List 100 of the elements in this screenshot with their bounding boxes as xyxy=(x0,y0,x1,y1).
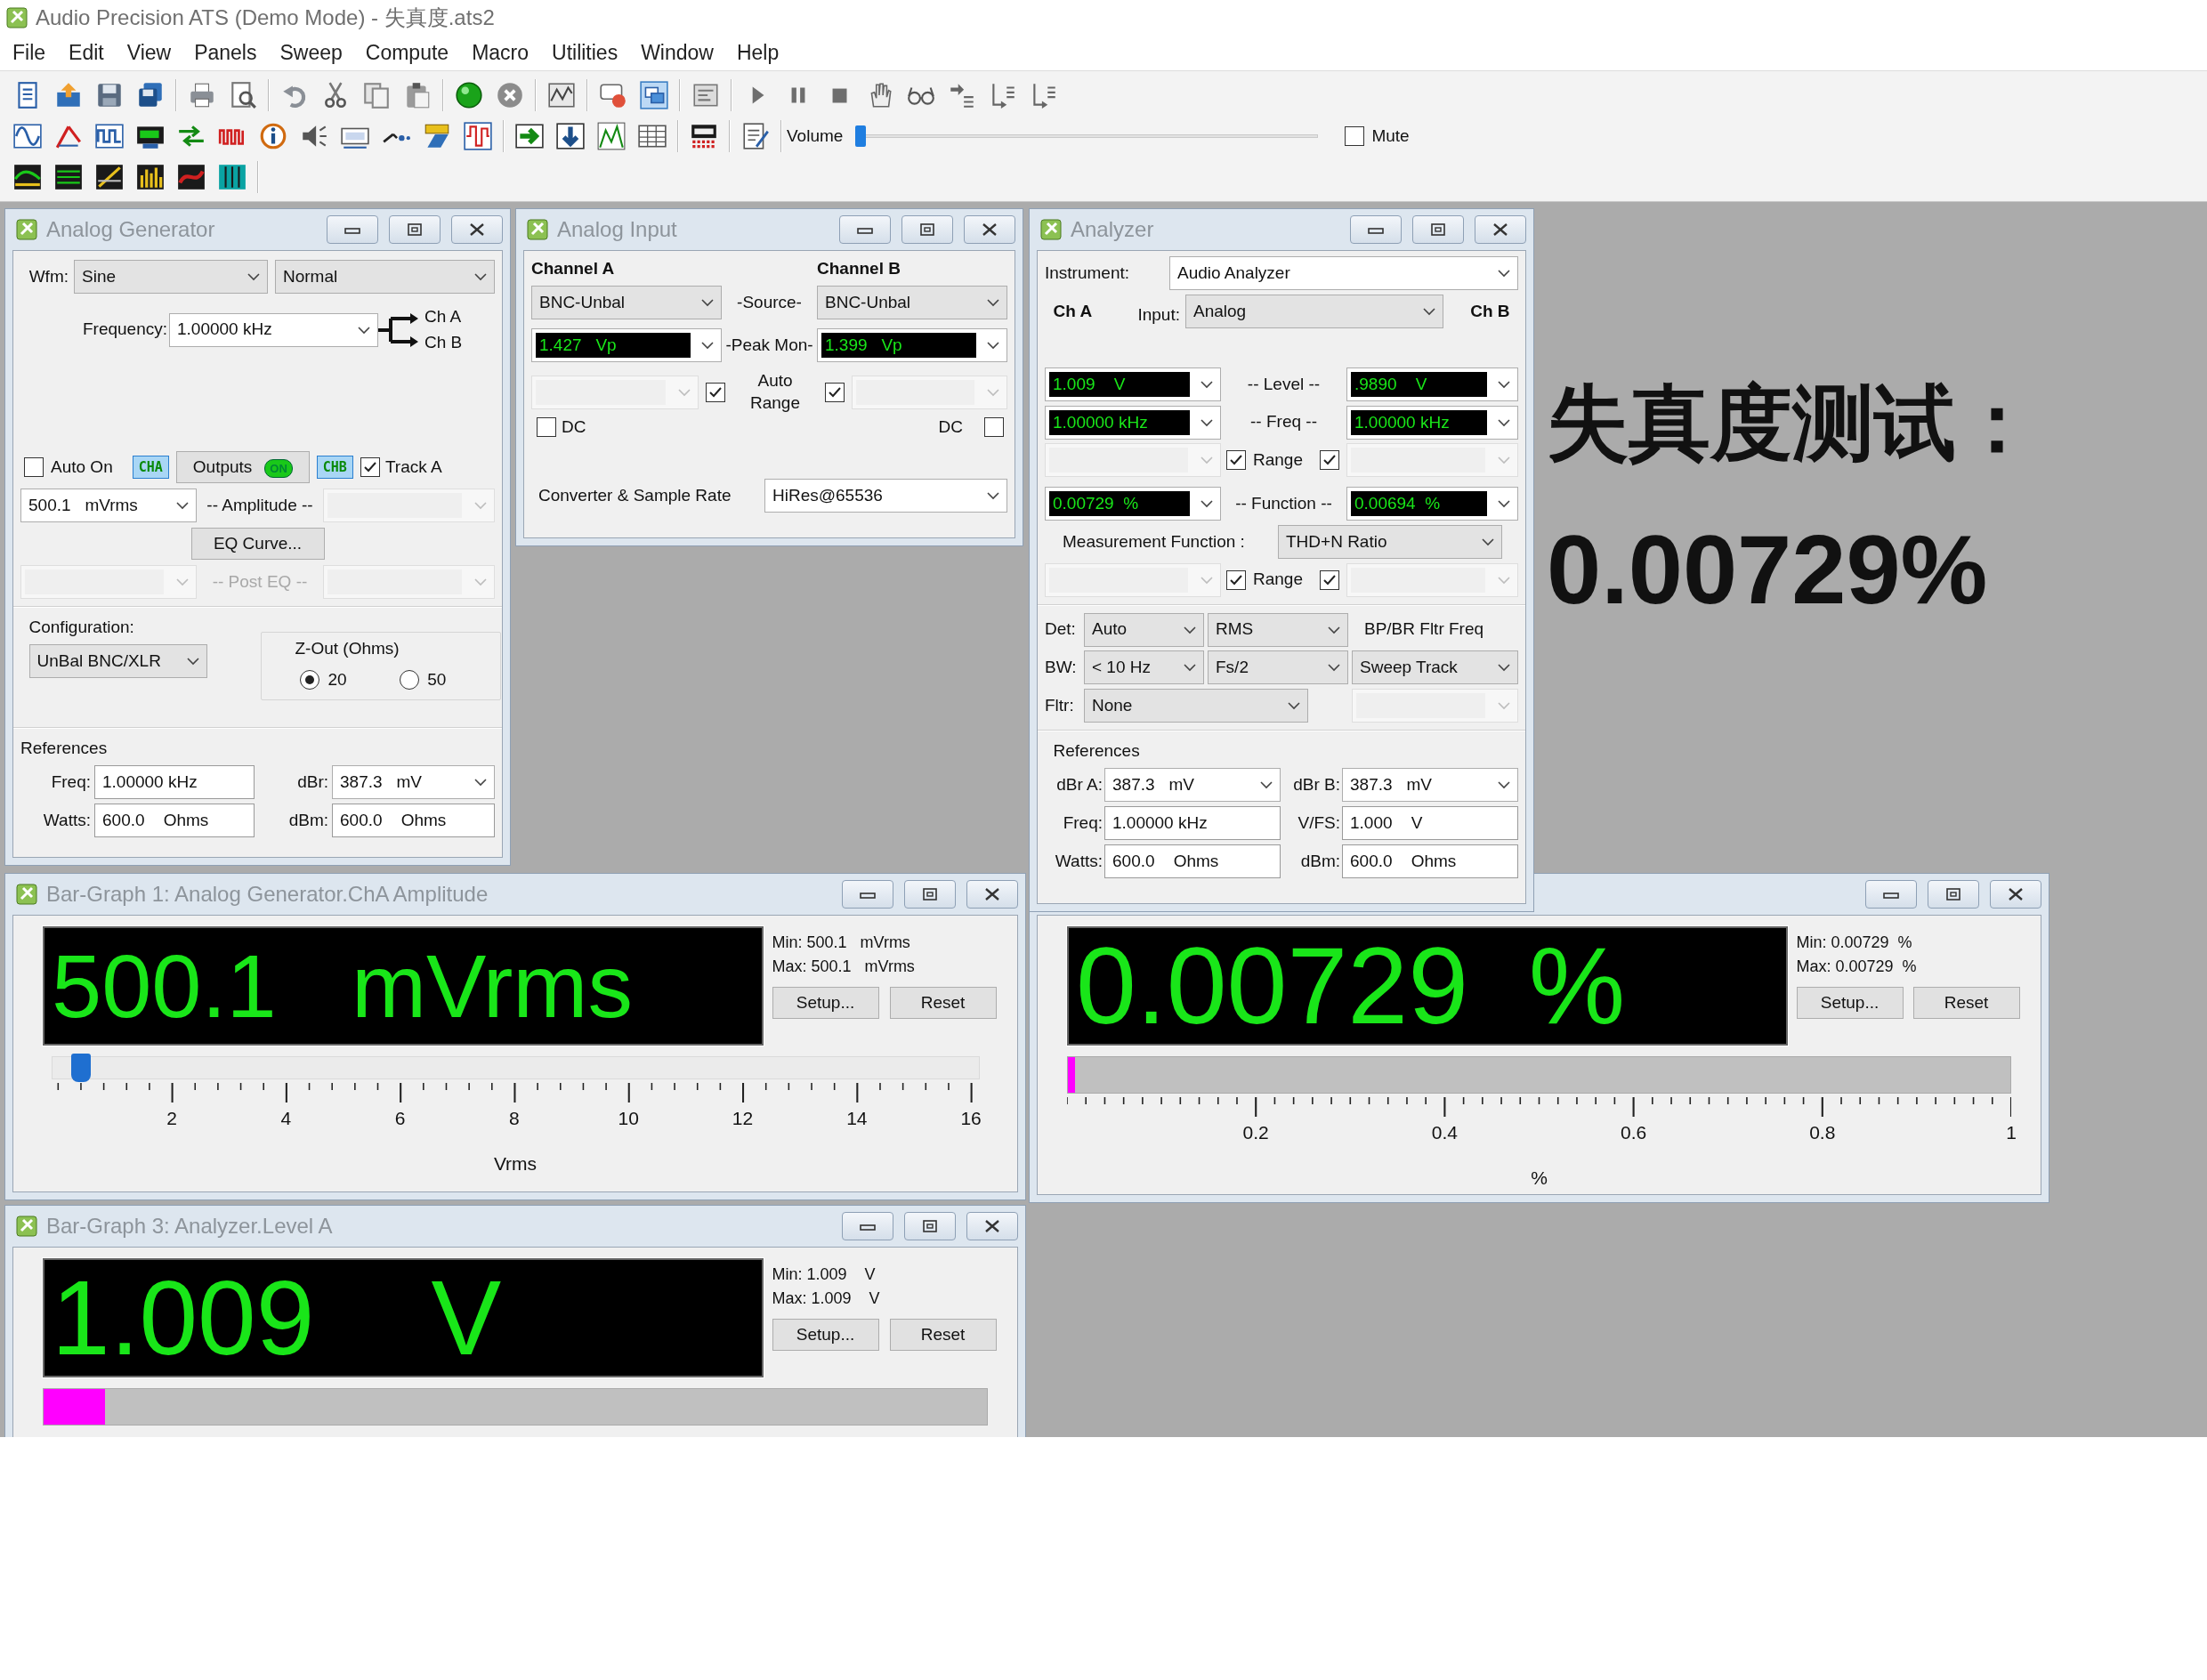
dropdown[interactable]: Normal xyxy=(275,260,495,294)
reset-button[interactable]: Reset xyxy=(1912,987,2020,1020)
slider-thumb[interactable] xyxy=(855,125,867,147)
text-field[interactable]: 600.0 Ohms xyxy=(332,804,495,837)
radio-button[interactable] xyxy=(300,669,319,690)
dropdown[interactable]: Fs/2 xyxy=(1208,650,1348,685)
checkbox[interactable] xyxy=(24,457,44,477)
slider-track[interactable] xyxy=(51,1056,980,1079)
checkbox[interactable] xyxy=(1226,450,1246,471)
graph-panel-icon[interactable] xyxy=(176,162,206,192)
checkbox[interactable] xyxy=(1320,569,1339,590)
edit-icon[interactable] xyxy=(740,121,771,151)
windows-icon[interactable] xyxy=(639,80,669,110)
readout-dropdown[interactable]: 1.399 Vp xyxy=(817,327,1007,362)
plot-icon[interactable] xyxy=(596,121,627,151)
minimize-button[interactable] xyxy=(327,215,378,244)
close-button[interactable] xyxy=(964,215,1015,244)
text-field[interactable]: 1.000 V xyxy=(1342,806,1518,840)
dropdown[interactable]: Audio Analyzer xyxy=(1169,256,1518,290)
dropdown[interactable]: Analog xyxy=(1185,294,1443,328)
arrow-down-icon[interactable] xyxy=(555,121,586,151)
waveform-icon[interactable] xyxy=(463,121,493,151)
dropdown[interactable]: 387.3 mV xyxy=(1104,768,1281,803)
menu-item[interactable]: Utilities xyxy=(543,37,627,69)
menu-item[interactable]: Compute xyxy=(356,37,458,69)
dropdown[interactable]: None xyxy=(1084,689,1308,723)
dropdown[interactable]: < 10 Hz xyxy=(1084,650,1204,685)
dropdown[interactable]: RMS xyxy=(1208,612,1348,647)
graph-icon[interactable] xyxy=(546,80,577,110)
checkbox[interactable] xyxy=(825,382,845,402)
checkbox[interactable] xyxy=(1345,126,1365,146)
copy-icon[interactable] xyxy=(361,80,392,110)
menu-item[interactable]: Edit xyxy=(60,37,113,69)
close-button[interactable] xyxy=(966,1212,1018,1240)
text-field[interactable]: 600.0 Ohms xyxy=(94,804,255,837)
restore-button[interactable] xyxy=(901,215,953,244)
dropdown[interactable]: THD+N Ratio xyxy=(1278,524,1502,559)
checkbox[interactable] xyxy=(984,416,1004,437)
dropdown[interactable]: UnBal BNC/XLR xyxy=(28,644,207,679)
text-field[interactable]: 1.00000 kHz xyxy=(94,765,255,800)
graph-panel-icon[interactable] xyxy=(135,162,166,192)
readout-dropdown[interactable]: 1.00000 kHz xyxy=(1045,405,1221,440)
close-button[interactable] xyxy=(1990,880,2041,909)
minimize-button[interactable] xyxy=(1865,880,1917,909)
eq-curve-button[interactable]: EQ Curve... xyxy=(190,528,325,560)
close-button[interactable] xyxy=(451,215,503,244)
checkbox[interactable] xyxy=(537,416,556,437)
start-icon[interactable] xyxy=(454,80,484,110)
graph-panel-icon[interactable] xyxy=(53,162,84,192)
menu-item[interactable]: Window xyxy=(632,37,723,69)
volume-slider[interactable] xyxy=(855,125,1319,147)
setup-button[interactable]: Setup... xyxy=(1796,987,1904,1020)
minimize-button[interactable] xyxy=(839,215,891,244)
readout-dropdown[interactable]: 1.00000 kHz xyxy=(1346,405,1518,440)
dropdown[interactable]: BNC-Unbal xyxy=(531,286,722,320)
menu-item[interactable]: Macro xyxy=(463,37,538,69)
text-field[interactable]: 600.0 Ohms xyxy=(1104,844,1281,878)
readout-dropdown[interactable]: 0.00694 % xyxy=(1346,487,1518,521)
info-icon[interactable] xyxy=(258,121,288,151)
checkbox[interactable] xyxy=(1226,569,1246,590)
cancel-icon[interactable] xyxy=(495,80,525,110)
checkbox[interactable] xyxy=(1320,450,1339,471)
reset-button[interactable]: Reset xyxy=(889,987,997,1020)
close-button[interactable] xyxy=(1475,215,1526,244)
graph-panel-icon[interactable] xyxy=(217,162,247,192)
minimize-button[interactable] xyxy=(842,1212,893,1240)
dropdown[interactable]: 1.00000 kHz xyxy=(169,312,378,347)
menu-item[interactable]: File xyxy=(4,37,55,69)
setup-button[interactable]: Setup... xyxy=(772,987,879,1020)
dropdown[interactable]: 500.1 mVrms xyxy=(20,489,197,522)
sine-wave-icon[interactable] xyxy=(12,121,43,151)
dropdown[interactable]: BNC-Unbal xyxy=(817,286,1007,320)
minimize-button[interactable] xyxy=(1350,215,1402,244)
text-field[interactable]: 600.0 Ohms xyxy=(1342,844,1518,878)
checkbox[interactable] xyxy=(360,457,380,477)
dropdown[interactable]: 387.3 mV xyxy=(332,765,495,800)
restore-button[interactable] xyxy=(1928,880,1979,909)
readout-dropdown[interactable]: 1.009 V xyxy=(1045,367,1221,401)
text-field[interactable]: 1.00000 kHz xyxy=(1104,806,1281,840)
radio-button[interactable] xyxy=(399,669,419,690)
menu-item[interactable]: Panels xyxy=(185,37,266,69)
menu-item[interactable]: View xyxy=(117,37,181,69)
readout-dropdown[interactable]: 1.427 Vp xyxy=(531,327,722,362)
graph-panel-icon[interactable] xyxy=(12,162,43,192)
dropdown[interactable]: Sine xyxy=(74,260,268,294)
restore-button[interactable] xyxy=(904,1212,956,1240)
restore-button[interactable] xyxy=(904,880,956,909)
checkbox[interactable] xyxy=(706,382,725,402)
dropdown[interactable]: Sweep Track xyxy=(1352,650,1518,685)
dropdown[interactable]: HiRes@65536 xyxy=(764,479,1007,513)
dropdown[interactable]: 387.3 mV xyxy=(1342,768,1518,803)
reset-button[interactable]: Reset xyxy=(889,1319,997,1352)
restore-button[interactable] xyxy=(389,215,441,244)
minimize-button[interactable] xyxy=(842,880,893,909)
dropdown[interactable]: Auto xyxy=(1084,612,1204,647)
menu-item[interactable]: Help xyxy=(727,37,788,69)
outputs-button[interactable]: Outputs ON xyxy=(175,451,310,483)
graph-panel-icon[interactable] xyxy=(94,162,125,192)
menu-item[interactable]: Sweep xyxy=(271,37,352,69)
setup-button[interactable]: Setup... xyxy=(772,1319,879,1352)
